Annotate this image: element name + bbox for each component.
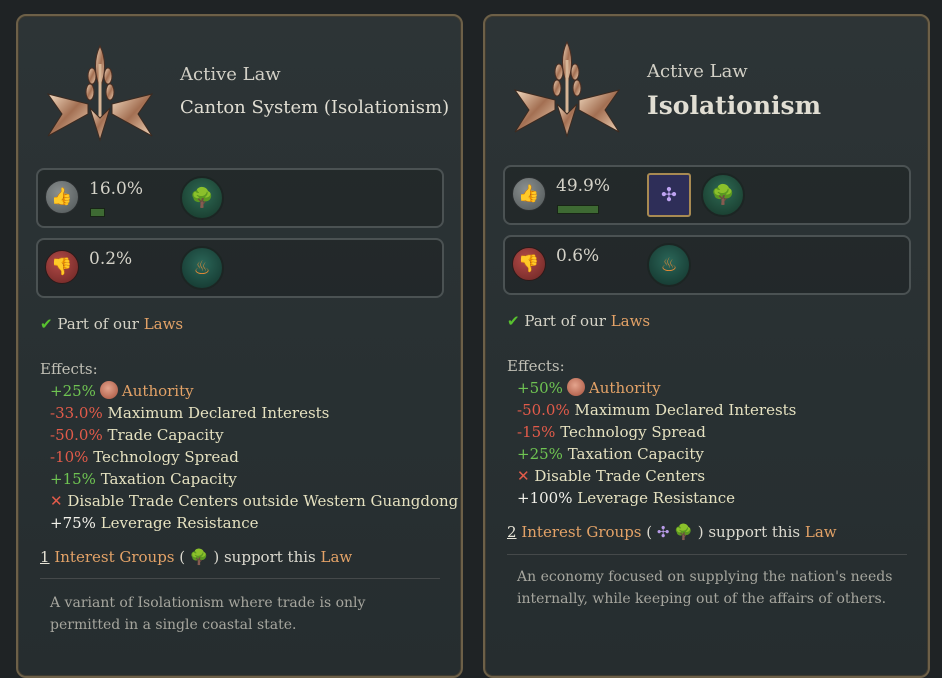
law-panel-isolationism: Active Law Isolationism 👍 49.9% ✣ 🌳 👎 0.… <box>483 14 930 678</box>
windmill-icon: ✣ <box>656 523 670 541</box>
effect-row: +25% Taxation Capacity <box>517 445 704 463</box>
divider <box>507 554 907 555</box>
effect-row: -50.0% Trade Capacity <box>50 426 224 444</box>
law-description: A variant of Isolationism where trade is… <box>50 595 366 633</box>
effect-row: ✕ Disable Trade Centers <box>517 467 706 485</box>
effect-row: -10% Technology Spread <box>50 448 239 466</box>
interest-groups-link[interactable]: Interest Groups <box>521 523 641 541</box>
effect-row: +25% Authority <box>50 381 194 400</box>
law-title: Canton System (Isolationism) <box>180 97 450 118</box>
authority-icon <box>99 381 118 399</box>
effects-label: Effects: <box>40 360 98 378</box>
thumbs-up-icon: 👍 <box>512 177 546 211</box>
effects-list: Effects: +25% Authority -33.0% Maximum De… <box>40 358 458 534</box>
law-emblem-icon <box>513 40 621 138</box>
approval-bar <box>90 208 105 217</box>
approval-row: 👍 16.0% 🌳 <box>36 168 444 228</box>
law-panel-canton-system: Active Law Canton System (Isolationism) … <box>16 14 463 678</box>
approval-percent: 16.0% <box>89 179 144 199</box>
thumbs-down-icon: 👎 <box>512 247 546 281</box>
authority-icon <box>566 378 585 396</box>
effect-row: -50.0% Maximum Declared Interests <box>517 401 797 419</box>
laws-link[interactable]: Laws <box>144 315 183 333</box>
interest-groups-link[interactable]: Interest Groups <box>54 548 174 566</box>
effect-row: +15% Taxation Capacity <box>50 470 237 488</box>
brazier-icon[interactable]: ♨ <box>647 243 691 287</box>
part-of-laws: ✔ Part of our Laws <box>507 312 651 330</box>
effects-list: Effects: +50% Authority -50.0% Maximum De… <box>507 355 796 509</box>
header-label: Active Law <box>647 61 748 82</box>
tree-icon: 🌳 <box>674 523 693 541</box>
windmill-icon[interactable]: ✣ <box>647 173 691 217</box>
law-title: Isolationism <box>647 91 822 120</box>
effect-row: -33.0% Maximum Declared Interests <box>50 404 330 422</box>
tree-icon[interactable]: 🌳 <box>701 173 745 217</box>
thumbs-down-icon: 👎 <box>45 250 79 284</box>
checkmark-icon: ✔ <box>507 312 520 330</box>
divider <box>40 578 440 579</box>
laws-link[interactable]: Laws <box>611 312 650 330</box>
header-label: Active Law <box>180 64 281 85</box>
tree-icon[interactable]: 🌳 <box>180 176 224 220</box>
effects-label: Effects: <box>507 357 565 375</box>
law-emblem-icon <box>46 44 154 142</box>
support-line: 2 Interest Groups ( ✣ 🌳 ) support this L… <box>507 523 837 541</box>
effect-row: +100% Leverage Resistance <box>517 489 736 507</box>
law-link[interactable]: Law <box>321 548 353 566</box>
cross-icon: ✕ <box>50 492 63 510</box>
law-link[interactable]: Law <box>805 523 837 541</box>
effect-row: +75% Leverage Resistance <box>50 514 259 532</box>
part-of-laws: ✔ Part of our Laws <box>40 315 184 333</box>
support-line: 1 Interest Groups ( 🌳 ) support this Law <box>40 548 353 566</box>
approval-row: 👍 49.9% ✣ 🌳 <box>503 165 911 225</box>
tree-icon: 🌳 <box>189 548 209 566</box>
thumbs-up-icon: 👍 <box>45 180 79 214</box>
law-description: An economy focused on supplying the nati… <box>517 569 893 607</box>
disapproval-row: 👎 0.2% ♨ <box>36 238 444 298</box>
brazier-icon[interactable]: ♨ <box>180 246 224 290</box>
disapproval-percent: 0.2% <box>89 249 133 269</box>
effect-row: ✕ Disable Trade Centers outside Western … <box>50 492 459 510</box>
checkmark-icon: ✔ <box>40 315 53 333</box>
approval-bar <box>557 205 599 214</box>
approval-percent: 49.9% <box>556 176 611 196</box>
effect-row: -15% Technology Spread <box>517 423 706 441</box>
effect-row: +50% Authority <box>517 378 661 397</box>
cross-icon: ✕ <box>517 467 530 485</box>
disapproval-row: 👎 0.6% ♨ <box>503 235 911 295</box>
disapproval-percent: 0.6% <box>556 246 600 266</box>
